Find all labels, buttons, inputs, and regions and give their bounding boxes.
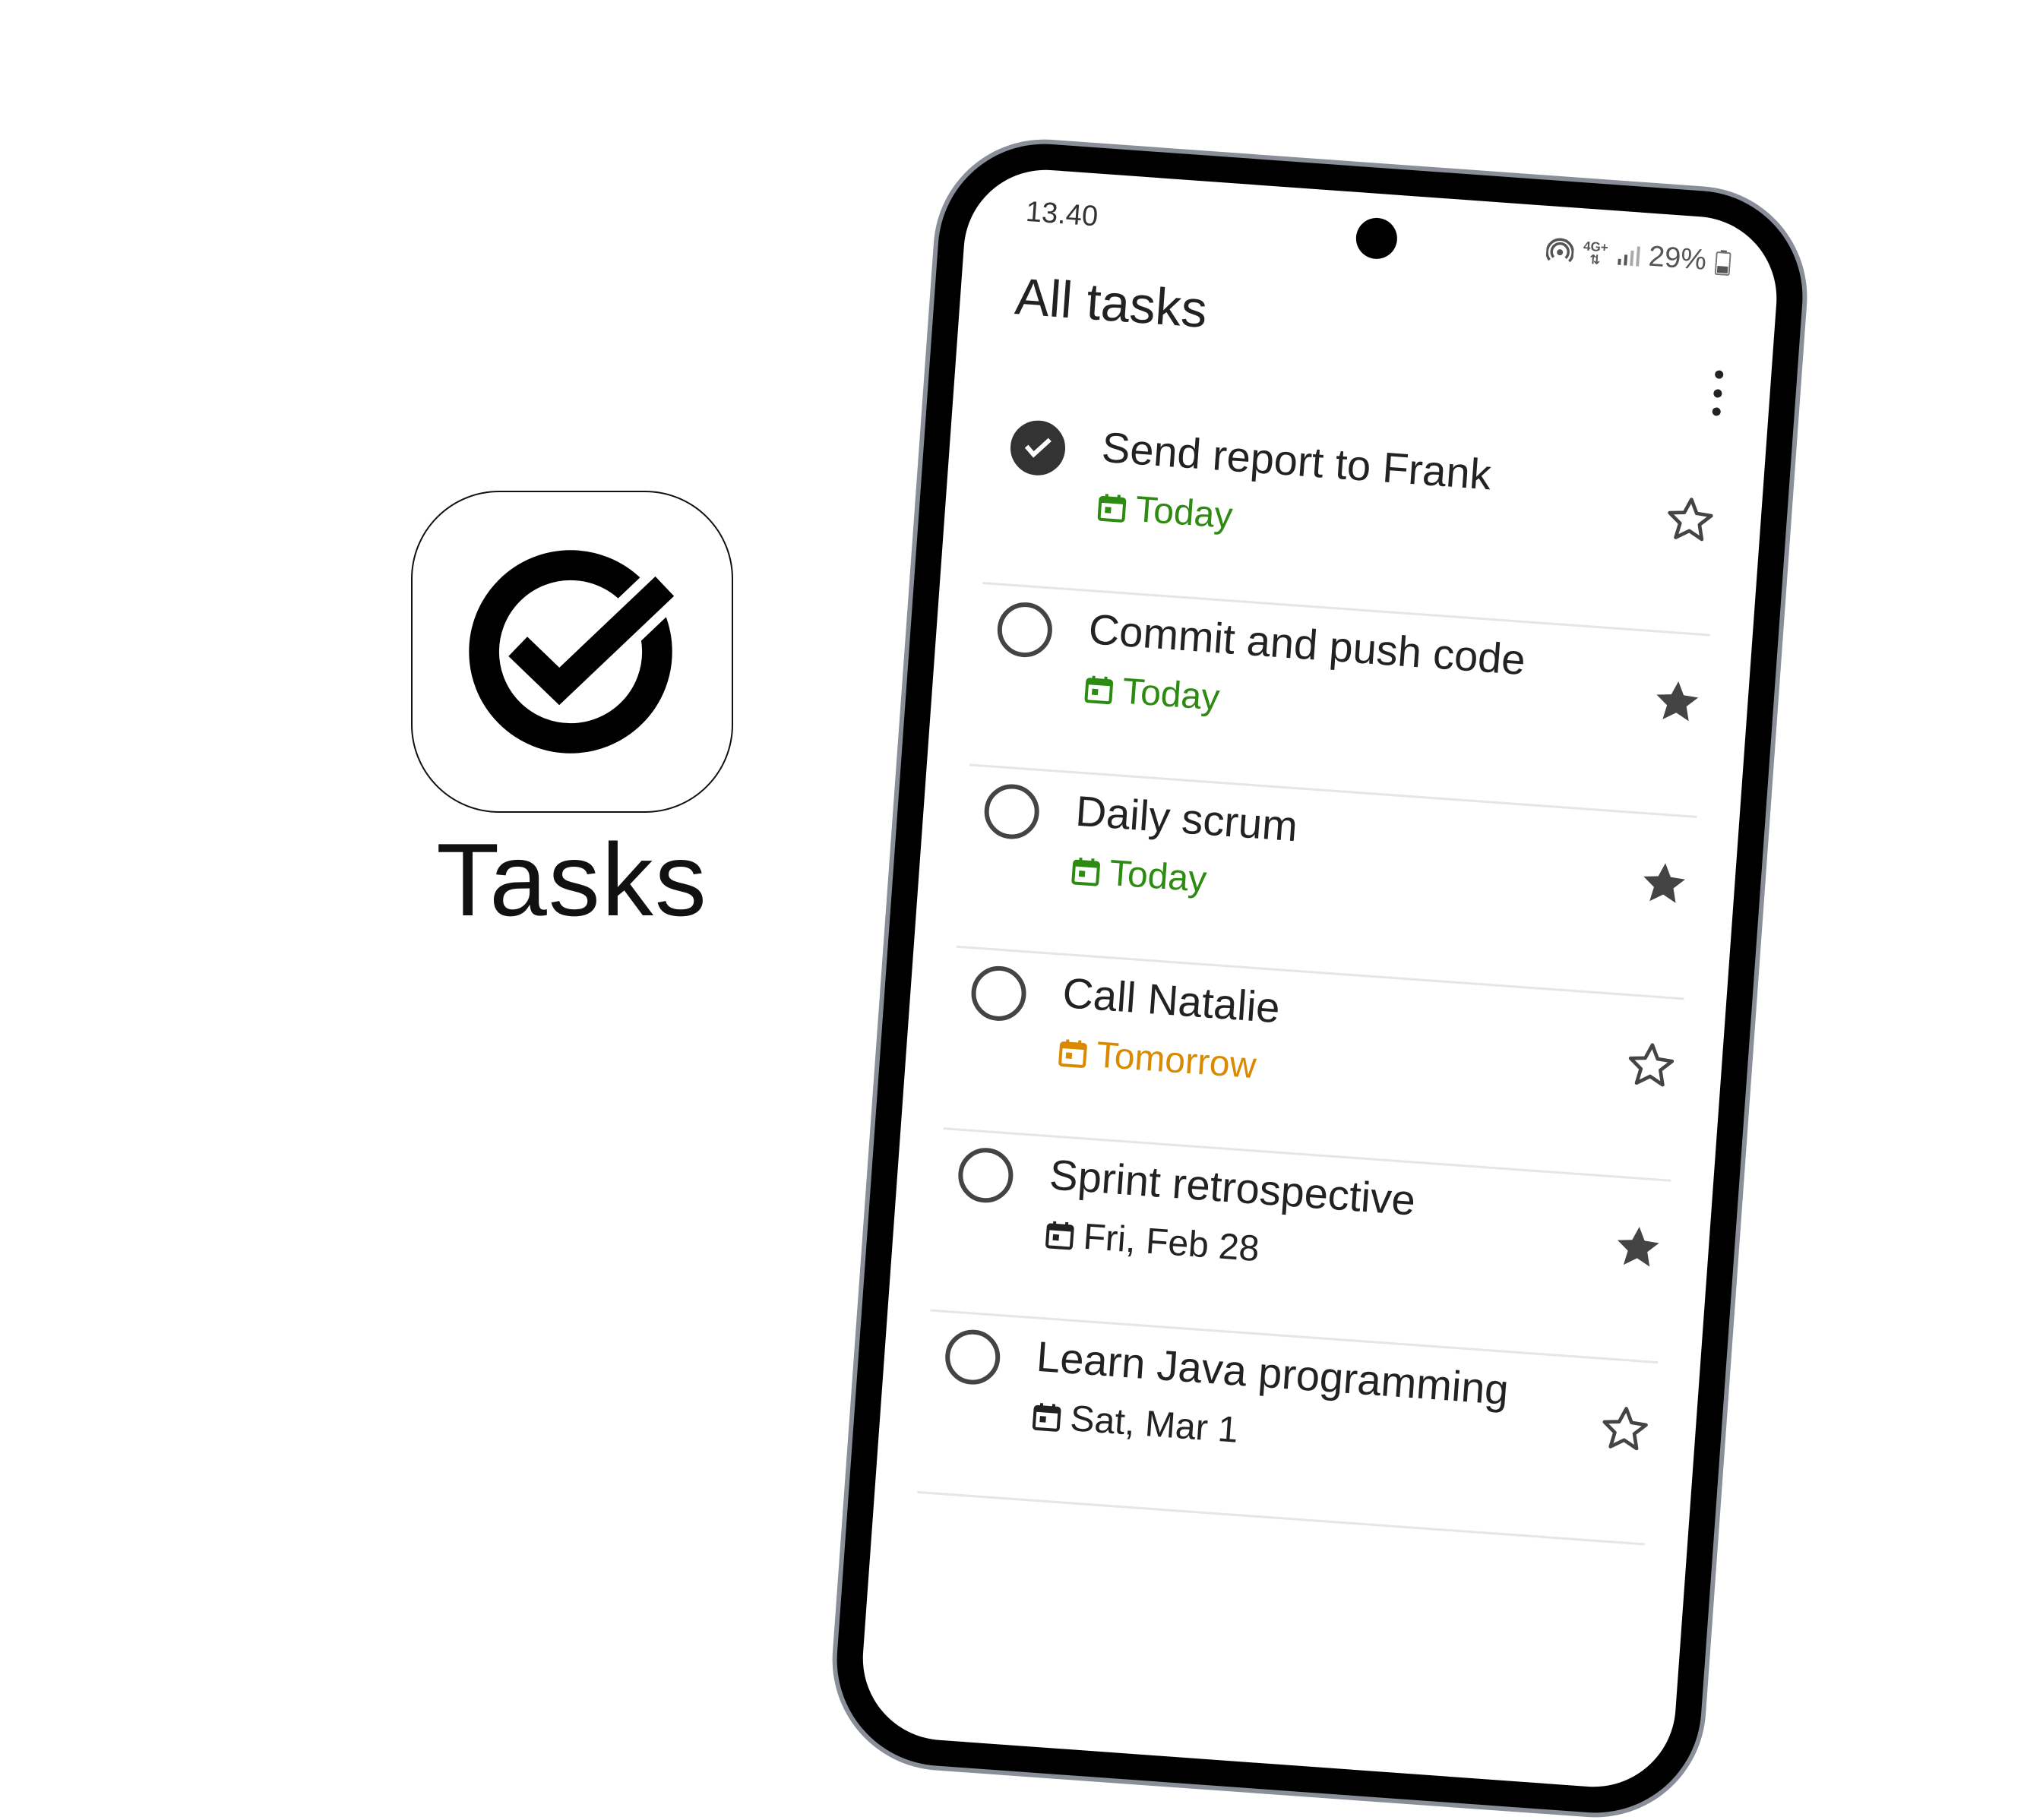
phone-screen: 13.40 4G+ ⇅ 29% All tasks Send report to… bbox=[857, 164, 1782, 1793]
network-type-icon: 4G+ ⇅ bbox=[1583, 238, 1609, 267]
battery-icon bbox=[1714, 248, 1731, 276]
star-filled-icon[interactable] bbox=[1636, 855, 1693, 912]
calendar-icon bbox=[1097, 493, 1127, 523]
task-checkbox[interactable] bbox=[995, 600, 1055, 659]
battery-percent: 29% bbox=[1647, 240, 1708, 276]
star-filled-icon[interactable] bbox=[1649, 673, 1706, 730]
check-icon bbox=[1024, 438, 1052, 458]
calendar-icon bbox=[1032, 1402, 1061, 1432]
task-checkbox-checked[interactable] bbox=[1008, 419, 1067, 478]
calendar-icon bbox=[1058, 1038, 1087, 1068]
task-title: Sprint retrospective bbox=[1048, 1150, 1418, 1224]
task-due-label: Tomorrow bbox=[1095, 1035, 1258, 1087]
task-due: Today bbox=[1083, 668, 1222, 719]
task-checkbox[interactable] bbox=[982, 782, 1042, 841]
task-checkbox[interactable] bbox=[956, 1145, 1015, 1205]
front-camera bbox=[1355, 216, 1399, 261]
star-outline-icon[interactable] bbox=[1662, 491, 1719, 548]
star-outline-icon[interactable] bbox=[1623, 1037, 1680, 1094]
star-filled-icon[interactable] bbox=[1609, 1218, 1666, 1275]
tasks-check-logo-icon bbox=[469, 550, 681, 754]
task-due: Tomorrow bbox=[1057, 1032, 1257, 1087]
status-icons: 4G+ ⇅ 29% bbox=[1545, 233, 1731, 279]
calendar-icon bbox=[1045, 1221, 1074, 1250]
task-checkbox[interactable] bbox=[969, 964, 1029, 1023]
calendar-icon bbox=[1071, 857, 1101, 886]
phone-mockup: 13.40 4G+ ⇅ 29% All tasks Send report to… bbox=[829, 137, 1811, 1820]
star-outline-icon[interactable] bbox=[1596, 1401, 1653, 1458]
task-title: Call Natalie bbox=[1061, 968, 1282, 1032]
network-type: 4G+ bbox=[1583, 238, 1609, 255]
divider bbox=[917, 1490, 1645, 1546]
app-name: Tasks bbox=[436, 822, 708, 937]
task-due: Sat, Mar 1 bbox=[1031, 1395, 1240, 1452]
task-due: Fri, Feb 28 bbox=[1044, 1213, 1260, 1270]
app-icon bbox=[411, 491, 733, 813]
task-due-label: Today bbox=[1121, 671, 1222, 719]
task-due-label: Sat, Mar 1 bbox=[1068, 1398, 1240, 1451]
calendar-icon bbox=[1084, 675, 1114, 704]
task-list: Send report to Frank Today Commit and pu… bbox=[874, 400, 1765, 1549]
task-due: Today bbox=[1096, 486, 1235, 538]
task-title: Daily scrum bbox=[1074, 786, 1299, 851]
status-time: 13.40 bbox=[1024, 195, 1099, 233]
task-due-label: Today bbox=[1134, 489, 1235, 537]
task-checkbox[interactable] bbox=[943, 1328, 1002, 1387]
task-due: Today bbox=[1070, 849, 1208, 901]
task-title: Send report to Frank bbox=[1100, 422, 1493, 499]
hotspot-icon bbox=[1545, 235, 1575, 264]
task-due-label: Fri, Feb 28 bbox=[1082, 1216, 1261, 1270]
more-vert-icon[interactable] bbox=[1704, 369, 1730, 416]
page-title: All tasks bbox=[1013, 267, 1210, 340]
task-due-label: Today bbox=[1108, 852, 1208, 900]
signal-icon bbox=[1616, 243, 1640, 267]
